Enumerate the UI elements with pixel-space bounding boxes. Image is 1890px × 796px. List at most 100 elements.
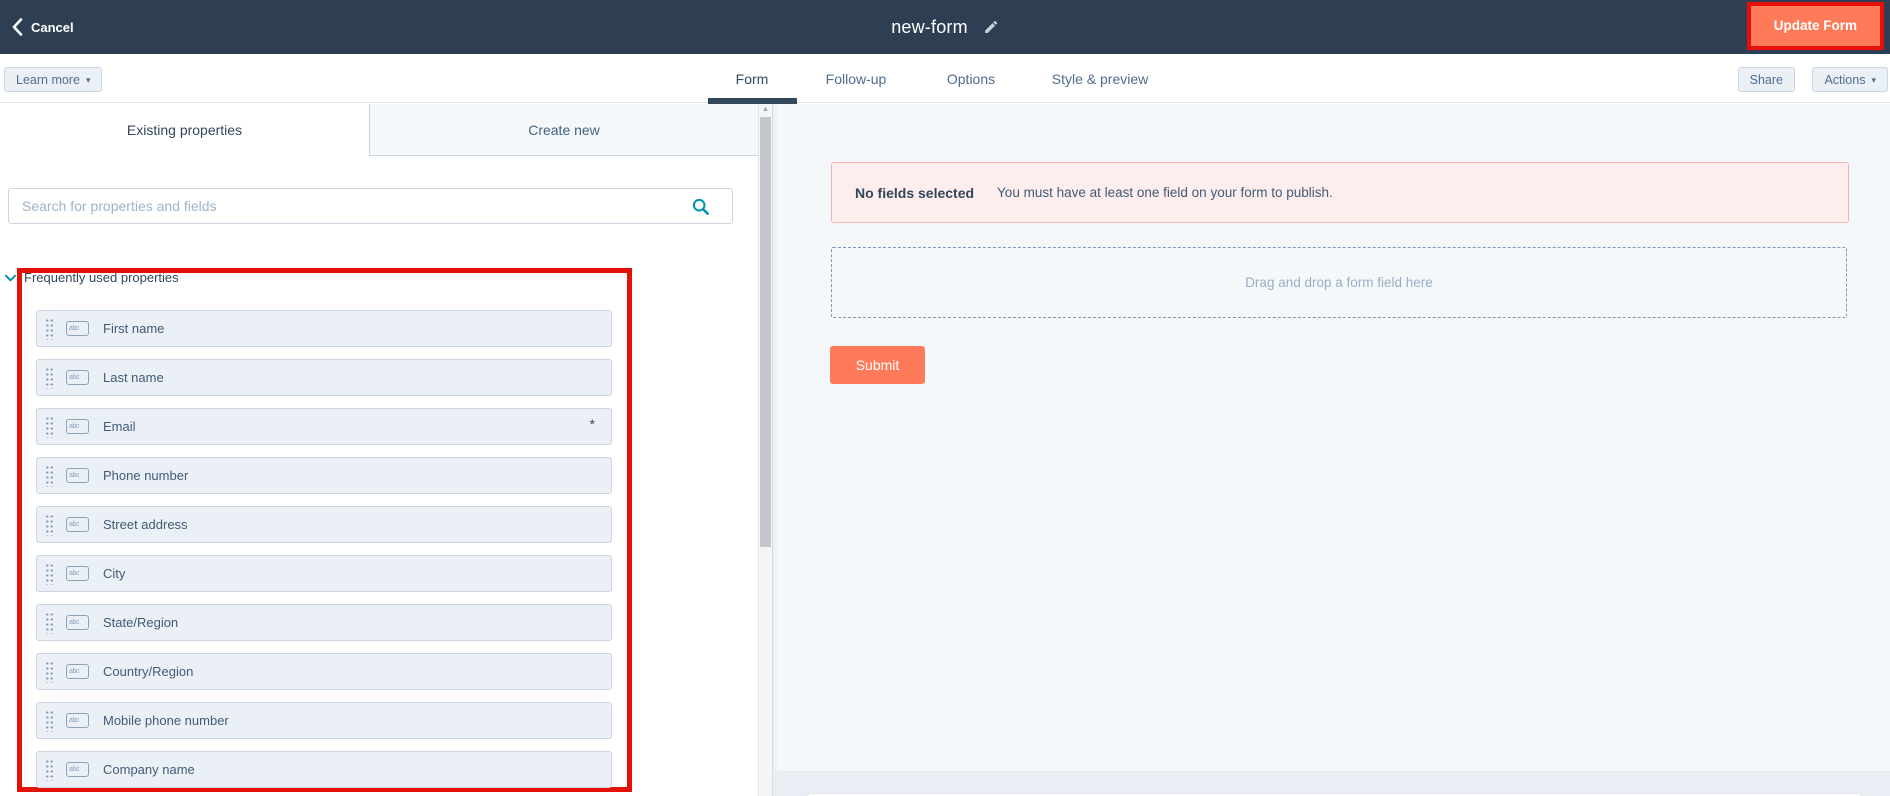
tab-create-new-label: Create new <box>528 122 600 138</box>
alert-message: You must have at least one field on your… <box>997 185 1333 200</box>
field-type-text: abc <box>67 325 79 332</box>
property-label: First name <box>103 321 164 336</box>
single-line-text-icon: abc <box>66 615 89 630</box>
properties-panel: Existing properties Create new Frequentl… <box>0 104 758 796</box>
dropzone-text: Drag and drop a form field here <box>1245 275 1433 290</box>
section-frequently-used[interactable]: Frequently used properties <box>4 270 179 285</box>
actions-label: Actions <box>1824 73 1865 87</box>
field-type-text: abc <box>67 472 79 479</box>
section-title: Frequently used properties <box>24 270 179 285</box>
tab-style-preview-label: Style & preview <box>1052 71 1148 87</box>
single-line-text-icon: abc <box>66 762 89 777</box>
property-item-mobile-phone-number[interactable]: abc Mobile phone number <box>36 702 612 739</box>
highlight-box-update: Update Form <box>1747 2 1884 50</box>
no-fields-alert: No fields selected You must have at leas… <box>831 162 1849 223</box>
property-label: Mobile phone number <box>103 713 229 728</box>
tab-options[interactable]: Options <box>947 54 995 103</box>
property-item-last-name[interactable]: abc Last name <box>36 359 612 396</box>
form-title: new-form <box>891 17 968 38</box>
property-search <box>8 188 733 224</box>
single-line-text-icon: abc <box>66 517 89 532</box>
share-button[interactable]: Share <box>1738 67 1795 92</box>
update-form-button[interactable]: Update Form <box>1751 6 1880 46</box>
property-item-city[interactable]: abc City <box>36 555 612 592</box>
share-label: Share <box>1750 73 1783 87</box>
drag-handle-icon[interactable] <box>45 366 53 389</box>
form-title-group: new-form <box>891 0 999 54</box>
field-type-text: abc <box>67 668 79 675</box>
property-label: State/Region <box>103 615 178 630</box>
caret-down-icon: ▾ <box>1871 76 1876 85</box>
tab-options-label: Options <box>947 71 995 87</box>
caret-down-icon: ▾ <box>86 76 91 85</box>
drag-handle-icon[interactable] <box>45 758 53 781</box>
actions-button[interactable]: Actions ▾ <box>1812 67 1888 92</box>
chevron-down-icon <box>4 273 17 283</box>
drag-handle-icon[interactable] <box>45 611 53 634</box>
property-label: Country/Region <box>103 664 193 679</box>
panel-tabs: Existing properties Create new <box>0 104 758 156</box>
property-label: City <box>103 566 125 581</box>
tab-existing-properties[interactable]: Existing properties <box>0 104 370 156</box>
property-item-country-region[interactable]: abc Country/Region <box>36 653 612 690</box>
single-line-text-icon: abc <box>66 468 89 483</box>
top-navbar: Cancel new-form Update Form <box>0 0 1890 54</box>
scroll-up-arrow-icon[interactable]: ▲ <box>759 106 772 113</box>
tab-follow-up[interactable]: Follow-up <box>826 54 887 103</box>
form-builder-screen: Cancel new-form Update Form Learn more ▾… <box>0 0 1890 796</box>
property-item-company-name[interactable]: abc Company name <box>36 751 612 788</box>
property-label: Street address <box>103 517 188 532</box>
form-canvas: No fields selected You must have at leas… <box>772 104 1890 796</box>
field-type-text: abc <box>67 717 79 724</box>
field-type-text: abc <box>67 570 79 577</box>
tab-existing-properties-label: Existing properties <box>127 122 242 138</box>
tab-form-label: Form <box>736 71 769 87</box>
learn-more-label: Learn more <box>16 73 80 87</box>
pencil-edit-icon[interactable] <box>983 19 999 35</box>
chevron-left-icon <box>12 18 23 36</box>
tab-create-new[interactable]: Create new <box>370 104 758 156</box>
property-item-state-region[interactable]: abc State/Region <box>36 604 612 641</box>
drag-handle-icon[interactable] <box>45 464 53 487</box>
alert-title: No fields selected <box>855 185 974 201</box>
single-line-text-icon: abc <box>66 664 89 679</box>
learn-more-button[interactable]: Learn more ▾ <box>4 67 102 92</box>
field-type-text: abc <box>67 619 79 626</box>
field-type-text: abc <box>67 766 79 773</box>
field-type-text: abc <box>67 374 79 381</box>
tab-form[interactable]: Form <box>736 54 769 103</box>
submit-button[interactable]: Submit <box>830 346 925 384</box>
field-type-text: abc <box>67 521 79 528</box>
property-item-first-name[interactable]: abc First name <box>36 310 612 347</box>
single-line-text-icon: abc <box>66 321 89 336</box>
scrollbar-thumb[interactable] <box>760 117 771 547</box>
cancel-label: Cancel <box>31 20 74 35</box>
property-label: Last name <box>103 370 164 385</box>
tab-follow-up-label: Follow-up <box>826 71 887 87</box>
property-label: Company name <box>103 762 195 777</box>
property-item-email[interactable]: abc Email * <box>36 408 612 445</box>
drag-handle-icon[interactable] <box>45 660 53 683</box>
single-line-text-icon: abc <box>66 713 89 728</box>
required-marker: * <box>590 416 595 432</box>
property-label: Phone number <box>103 468 188 483</box>
drag-handle-icon[interactable] <box>45 562 53 585</box>
panel-scrollbar[interactable]: ▲ <box>758 104 772 796</box>
tab-style-preview[interactable]: Style & preview <box>1052 54 1148 103</box>
drag-handle-icon[interactable] <box>45 317 53 340</box>
field-type-text: abc <box>67 423 79 430</box>
property-item-phone-number[interactable]: abc Phone number <box>36 457 612 494</box>
drag-handle-icon[interactable] <box>45 709 53 732</box>
drag-handle-icon[interactable] <box>45 513 53 536</box>
single-line-text-icon: abc <box>66 419 89 434</box>
cancel-button[interactable]: Cancel <box>12 0 74 54</box>
toolbar: Learn more ▾ Form Follow-up Options Styl… <box>0 54 1890 103</box>
single-line-text-icon: abc <box>66 566 89 581</box>
search-icon[interactable] <box>691 197 710 216</box>
property-label: Email <box>103 419 136 434</box>
search-input[interactable] <box>9 189 732 223</box>
property-item-street-address[interactable]: abc Street address <box>36 506 612 543</box>
field-dropzone[interactable]: Drag and drop a form field here <box>831 247 1847 318</box>
drag-handle-icon[interactable] <box>45 415 53 438</box>
single-line-text-icon: abc <box>66 370 89 385</box>
